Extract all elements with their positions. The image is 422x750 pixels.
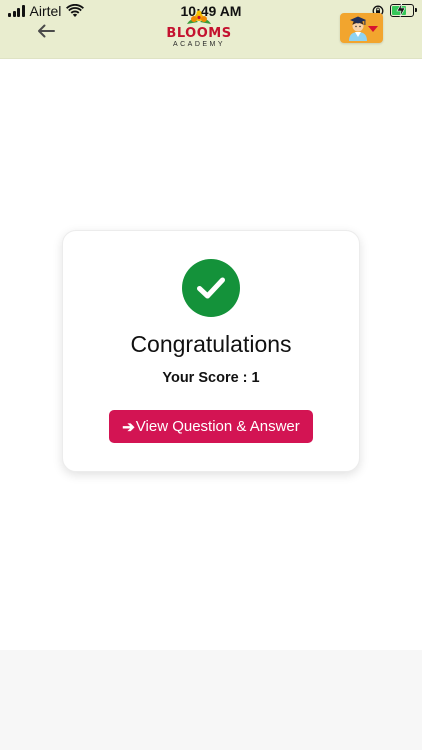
view-question-answer-button[interactable]: ➔ View Question & Answer — [109, 410, 313, 443]
caret-down-icon — [368, 26, 378, 32]
logo-title: BLOOMS — [166, 26, 232, 41]
success-badge — [182, 259, 240, 317]
student-avatar-icon — [349, 16, 367, 41]
score-text: Your Score : 1 — [162, 370, 260, 386]
arrow-left-icon — [38, 24, 55, 38]
profile-menu-button[interactable] — [340, 13, 383, 43]
check-icon — [197, 277, 225, 299]
logo-flower-icon — [187, 10, 211, 24]
app-logo: BLOOMS ACADEMY — [163, 10, 235, 50]
logo-subtitle: ACADEMY — [172, 41, 226, 48]
arrow-right-icon: ➔ — [122, 418, 135, 436]
bottom-area — [0, 650, 422, 750]
view-question-answer-label: View Question & Answer — [135, 418, 300, 435]
back-button[interactable] — [34, 20, 58, 42]
top-header: Airtel 10:49 AM BLOOMS ACADEMY — [0, 0, 422, 59]
battery-icon — [390, 3, 417, 17]
congratulations-title: Congratulations — [130, 331, 292, 357]
result-card: Congratulations Your Score : 1 ➔ View Qu… — [62, 230, 360, 472]
